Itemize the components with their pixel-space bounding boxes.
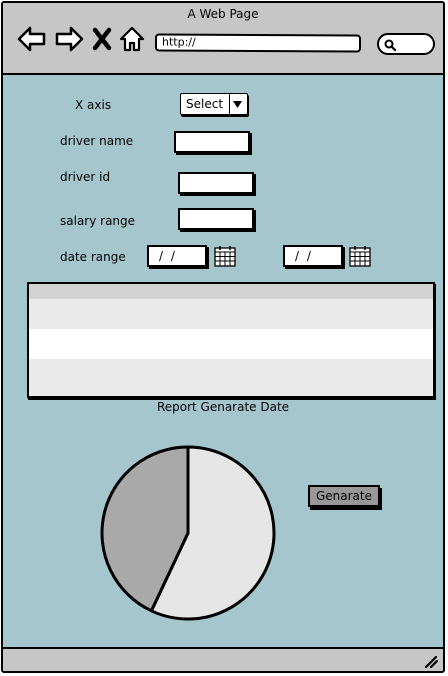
- browser-search-field[interactable]: [377, 33, 435, 55]
- report-caption: Report Genarate Date: [156, 400, 290, 414]
- salary-range-input[interactable]: [178, 208, 254, 230]
- date-range-label: date range: [60, 250, 126, 264]
- table-header: [29, 284, 433, 299]
- pie-chart: [100, 445, 276, 621]
- url-input[interactable]: http://: [154, 33, 362, 53]
- browser-window: A Web Page http:// X axis Select driver …: [1, 1, 445, 673]
- date-from-input[interactable]: / /: [147, 245, 207, 267]
- x-axis-select-value: Select: [186, 97, 224, 111]
- calendar-to-icon[interactable]: [349, 245, 371, 267]
- status-bar: [3, 647, 443, 671]
- table-row[interactable]: [29, 329, 433, 359]
- close-x-icon[interactable]: [91, 25, 113, 53]
- home-icon[interactable]: [119, 25, 145, 53]
- table-row[interactable]: [29, 299, 433, 329]
- driver-name-label: driver name: [60, 134, 134, 148]
- x-axis-label: X axis: [75, 98, 112, 112]
- report-table: [27, 282, 435, 398]
- browser-chrome: A Web Page http://: [3, 3, 443, 75]
- forward-arrow-icon[interactable]: [54, 25, 84, 53]
- resize-grip-icon[interactable]: [423, 653, 439, 669]
- salary-range-label: salary range: [60, 214, 136, 228]
- calendar-from-icon[interactable]: [214, 245, 236, 267]
- driver-id-label: driver id: [60, 170, 111, 184]
- generate-button[interactable]: Genarate: [308, 485, 380, 507]
- window-title: A Web Page: [187, 7, 259, 21]
- chevron-down-icon: [233, 101, 242, 108]
- select-arrow[interactable]: [229, 94, 247, 114]
- x-axis-select[interactable]: Select: [180, 93, 248, 115]
- table-row[interactable]: [29, 359, 433, 396]
- driver-name-input[interactable]: [174, 131, 250, 153]
- search-icon: [384, 39, 397, 52]
- back-arrow-icon[interactable]: [17, 25, 47, 53]
- date-to-input[interactable]: / /: [283, 245, 343, 267]
- driver-id-input[interactable]: [178, 172, 254, 194]
